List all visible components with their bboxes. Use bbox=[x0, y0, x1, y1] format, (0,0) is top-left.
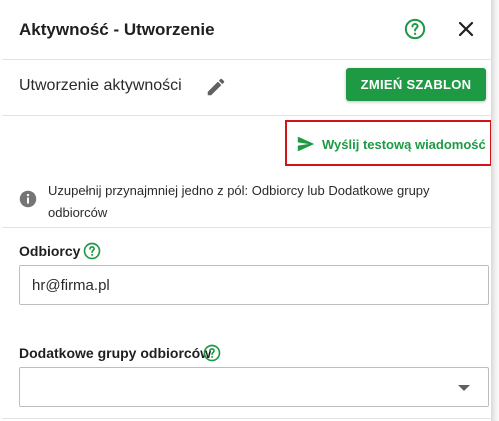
divider bbox=[2, 418, 491, 419]
info-icon bbox=[19, 190, 37, 208]
info-text: Uzupełnij przynajmniej jedno z pól: Odbi… bbox=[48, 183, 430, 220]
recipients-input[interactable]: hr@firma.pl bbox=[19, 265, 489, 305]
chevron-down-icon bbox=[458, 385, 470, 391]
recipients-help-icon[interactable] bbox=[83, 242, 101, 260]
panel-shadow bbox=[491, 0, 499, 421]
activity-create-panel: Aktywność - Utworzenie Utworzenie aktywn… bbox=[2, 0, 492, 421]
additional-groups-help-icon[interactable] bbox=[203, 344, 221, 362]
change-template-button[interactable]: ZMIEŃ SZABLON bbox=[346, 68, 486, 101]
send-test-message-label: Wyślij testową wiadomość bbox=[322, 136, 486, 152]
recipients-value: hr@firma.pl bbox=[32, 276, 110, 294]
send-test-message-button[interactable]: Wyślij testową wiadomość bbox=[292, 131, 487, 157]
additional-groups-select[interactable] bbox=[19, 367, 489, 407]
panel-header: Aktywność - Utworzenie bbox=[2, 0, 491, 60]
info-message: Uzupełnij przynajmniej jedno z pól: Odbi… bbox=[2, 174, 491, 228]
close-icon[interactable] bbox=[454, 17, 478, 41]
additional-groups-label: Dodatkowe grupy odbiorców bbox=[19, 345, 212, 361]
pencil-icon[interactable] bbox=[205, 76, 227, 98]
send-icon bbox=[297, 136, 315, 152]
activity-name: Utworzenie aktywności bbox=[19, 77, 182, 94]
recipients-label: Odbiorcy bbox=[19, 243, 81, 259]
panel-title: Aktywność - Utworzenie bbox=[19, 20, 215, 39]
help-icon[interactable] bbox=[404, 18, 426, 40]
activity-name-row: Utworzenie aktywności ZMIEŃ SZABLON bbox=[2, 60, 491, 116]
